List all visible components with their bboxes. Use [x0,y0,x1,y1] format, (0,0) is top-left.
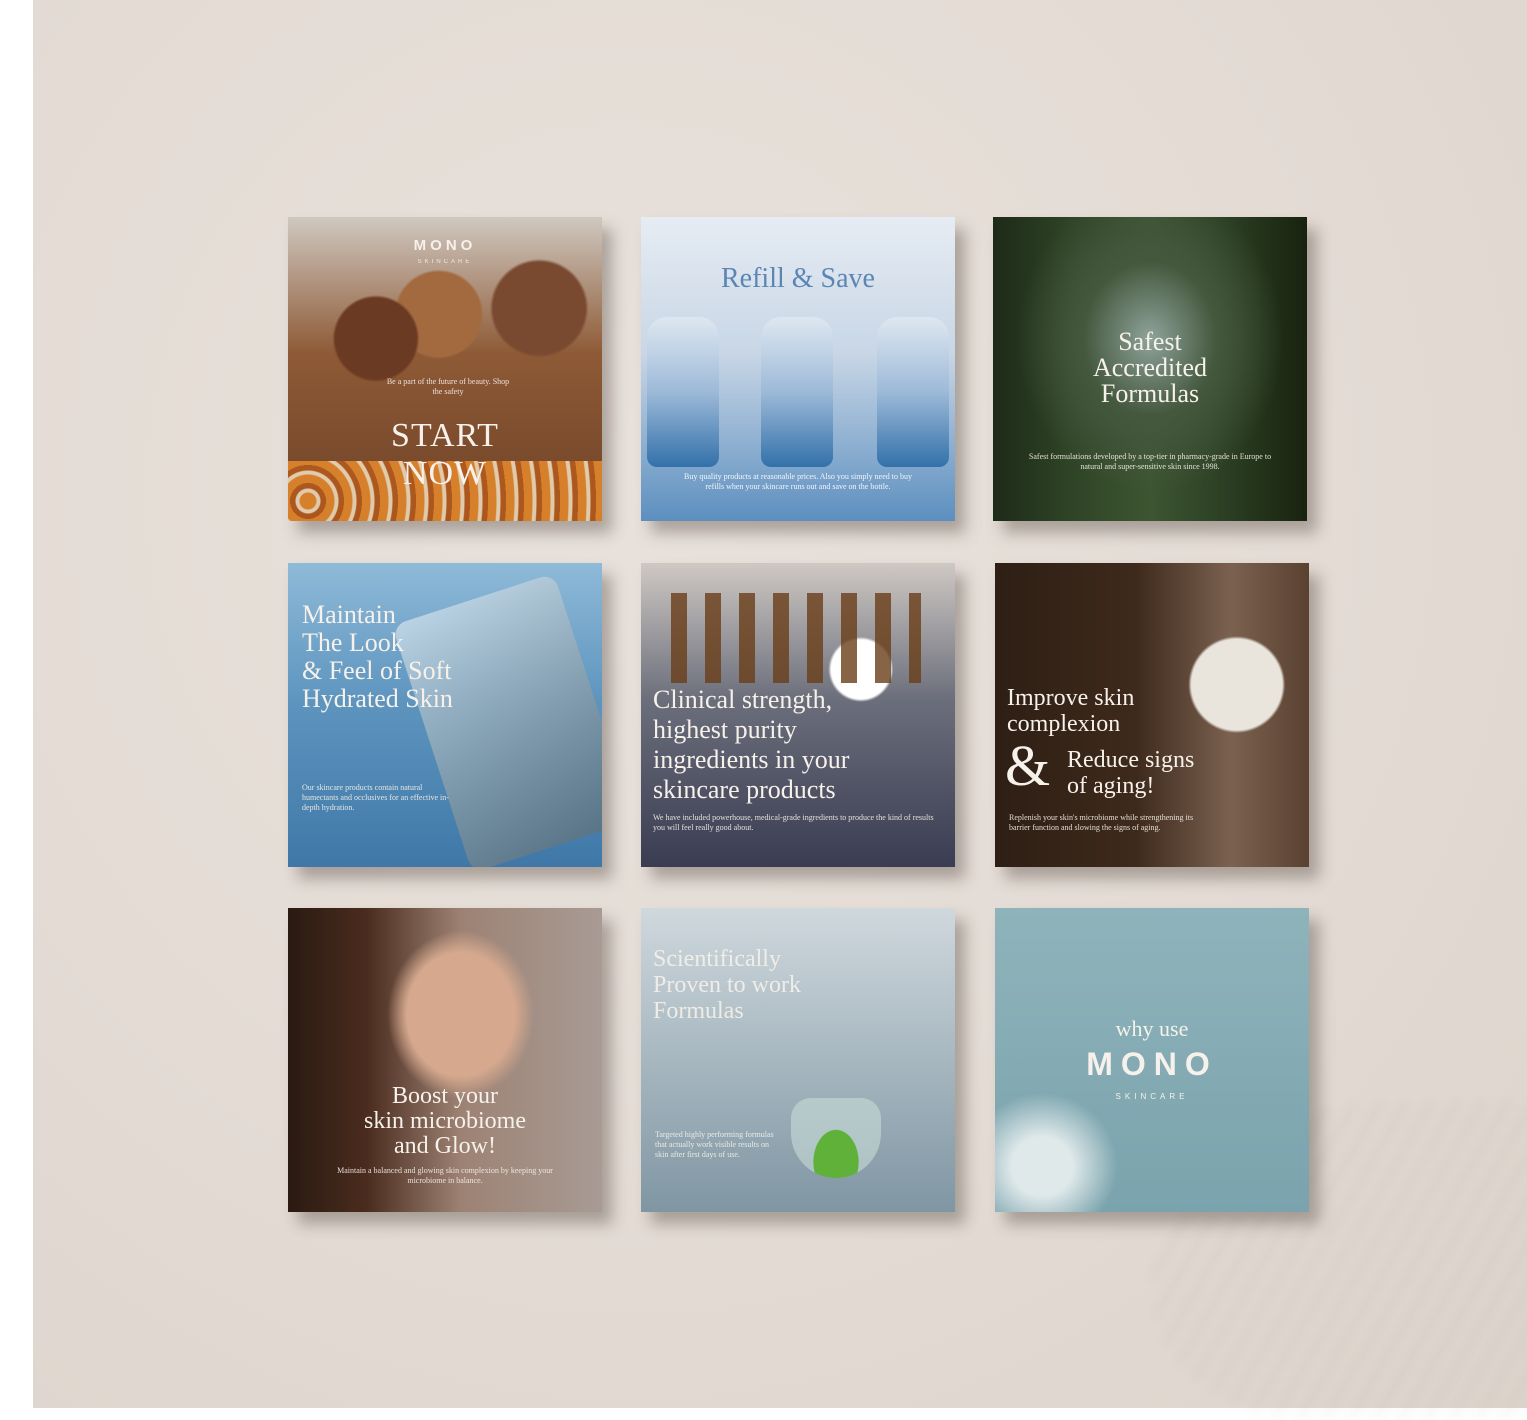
title-line: Accredited [1092,353,1208,382]
ampersand: & [1005,733,1051,798]
title-line: Formulas [653,998,744,1024]
title-line: The Look [302,628,404,657]
title-line: Safest [1118,327,1182,356]
tile-subtext: We have included powerhouse, medical-gra… [653,813,934,832]
title-line: START [391,417,499,454]
title-line: of aging! [1067,773,1155,799]
title-line: Proven to work [653,972,801,998]
tile-title: START NOW [288,417,602,493]
tile-clinical-strength: Clinical strength, highest purity ingred… [641,563,955,867]
title-line: skin microbiome [364,1108,526,1134]
tile-title: Scientifically Proven to work Formulas [653,946,801,1024]
tile-refill-save: Refill & Save Buy quality products at re… [641,217,955,521]
refill-bottle [647,317,719,467]
title-line: skincare products [653,775,836,804]
green-flask [791,1098,881,1178]
title-line: Hydrated Skin [302,684,453,713]
brand-logo-sub: SKINCARE [417,259,473,265]
title-line: Clinical strength, [653,685,833,714]
tile-hydrated-skin: Maintain The Look & Feel of Soft Hydrate… [288,563,602,867]
tile-subtext: Our skincare products contain natural hu… [302,783,449,812]
title-line: Reduce signs [1067,747,1195,773]
tile-title: Clinical strength, highest purity ingred… [653,685,849,805]
tile-subtext: Maintain a balanced and glowing skin com… [337,1166,553,1185]
tile-title: Safest Accredited Formulas [993,329,1307,407]
tile-title: Refill & Save [721,263,875,294]
title-line: & Feel of Soft [302,656,452,685]
tile-lead-text: Be a part of the future of beauty. Shop … [386,377,510,396]
brand-logo-sub: SKINCARE [1115,1092,1189,1101]
brand-logo: MONO [413,237,477,254]
brand-logo: MONO [1086,1046,1218,1082]
title-line: ingredients in your [653,745,850,774]
refill-bottle [761,317,833,467]
refill-bottle [877,317,949,467]
tile-improve-complexion: Improve skin complexion & Reduce signs o… [995,563,1309,867]
tile-subtext: Safest formulations developed by a top-t… [1028,452,1272,471]
tile-title-secondary: Reduce signs of aging! [1067,747,1194,799]
tile-subtext: Replenish your skin's microbiome while s… [1009,813,1194,832]
title-line: and Glow! [394,1133,496,1159]
title-line: Maintain [302,600,396,629]
tile-subtext: Targeted highly performing formulas that… [655,1130,774,1159]
title-line: Boost your [391,1083,498,1109]
title-line: highest purity [653,715,797,744]
title-line: Improve skin [1007,685,1135,711]
tile-start-now: MONO SKINCARE Be a part of the future of… [288,217,602,521]
tile-safest-formulas: Safest Accredited Formulas Safest formul… [993,217,1307,521]
amber-vials [671,593,921,683]
tile-subtext: Buy quality products at reasonable price… [684,472,912,491]
tile-pretitle: why use [1115,1016,1189,1041]
title-line: NOW [402,455,488,492]
title-line: Formulas [1100,379,1200,408]
tile-title: Maintain The Look & Feel of Soft Hydrate… [302,601,453,713]
title-line: Scientifically [653,946,781,972]
tile-why-use-mono: why use MONO SKINCARE [995,908,1309,1212]
tile-boost-microbiome: Boost your skin microbiome and Glow! Mai… [288,908,602,1212]
tile-title: Improve skin complexion [1007,685,1134,737]
tile-title: Boost your skin microbiome and Glow! [288,1084,602,1159]
tile-scientifically-proven: Scientifically Proven to work Formulas T… [641,908,955,1212]
